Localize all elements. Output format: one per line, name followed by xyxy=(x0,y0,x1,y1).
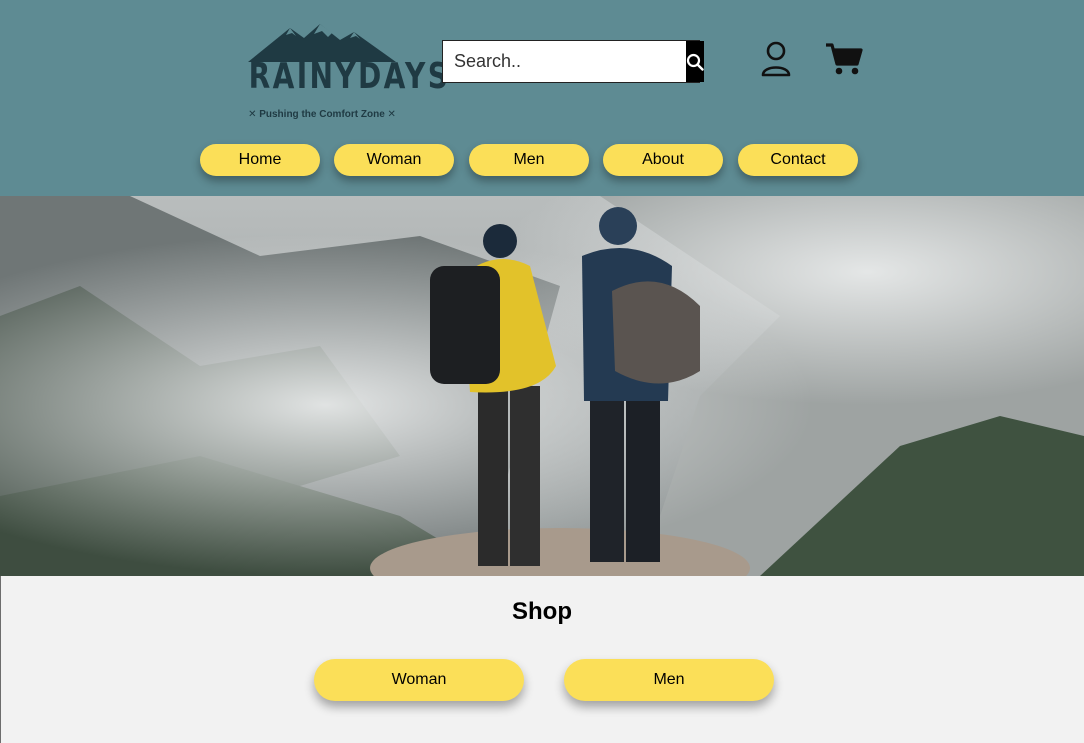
nav-contact[interactable]: Contact xyxy=(738,144,858,176)
brand-logo[interactable]: RAINYDAYS ✕ Pushing the Comfort Zone ✕ xyxy=(228,22,451,126)
search-icon xyxy=(686,53,704,71)
nav-woman[interactable]: Woman xyxy=(334,144,454,176)
account-button[interactable] xyxy=(758,40,794,78)
search-button[interactable] xyxy=(686,41,704,82)
nav-men[interactable]: Men xyxy=(469,144,589,176)
nav-about[interactable]: About xyxy=(603,144,723,176)
cart-icon xyxy=(826,43,863,75)
hikers-on-mountain-image xyxy=(0,196,1084,576)
nav-home[interactable]: Home xyxy=(200,144,320,176)
brand-name: RAINYDAYS xyxy=(248,56,451,97)
brand-tagline: ✕ Pushing the Comfort Zone ✕ xyxy=(248,109,396,120)
shop-men-button[interactable]: Men xyxy=(564,659,774,701)
hero-image xyxy=(0,196,1084,576)
user-icon xyxy=(761,41,791,77)
cart-button[interactable] xyxy=(824,40,864,78)
search-input[interactable] xyxy=(443,41,686,82)
shop-heading: Shop xyxy=(512,598,572,625)
site-header: RAINYDAYS ✕ Pushing the Comfort Zone ✕ H… xyxy=(0,0,1084,196)
shop-woman-button[interactable]: Woman xyxy=(314,659,524,701)
search-bar xyxy=(442,40,704,83)
